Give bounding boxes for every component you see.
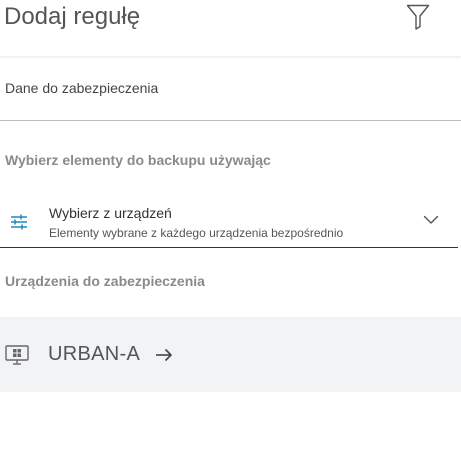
windows-computer-icon [5, 345, 29, 365]
filter-icon [406, 4, 430, 30]
sliders-icon [11, 214, 27, 230]
data-to-protect-field[interactable]: Dane do zabezpieczenia [0, 56, 461, 121]
device-item[interactable]: URBAN-A [0, 317, 461, 392]
chevron-down-icon[interactable] [423, 215, 439, 225]
backup-source-select[interactable]: Wybierz z urządzeń Elementy wybrane z ka… [0, 198, 458, 248]
arrow-right-icon[interactable] [155, 348, 173, 362]
devices-heading: Urządzenia do zabezpieczenia [5, 273, 205, 289]
select-description: Elementy wybrane z każdego urządzenia be… [49, 226, 344, 240]
filter-button[interactable] [404, 3, 432, 31]
data-to-protect-label: Dane do zabezpieczenia [5, 80, 159, 96]
page-title: Dodaj regułę [4, 3, 141, 30]
page-header: Dodaj regułę [0, 0, 461, 56]
backup-method-heading: Wybierz elementy do backupu używając [5, 152, 271, 168]
select-title: Wybierz z urządzeń [49, 205, 172, 221]
device-name: URBAN-A [48, 343, 141, 365]
